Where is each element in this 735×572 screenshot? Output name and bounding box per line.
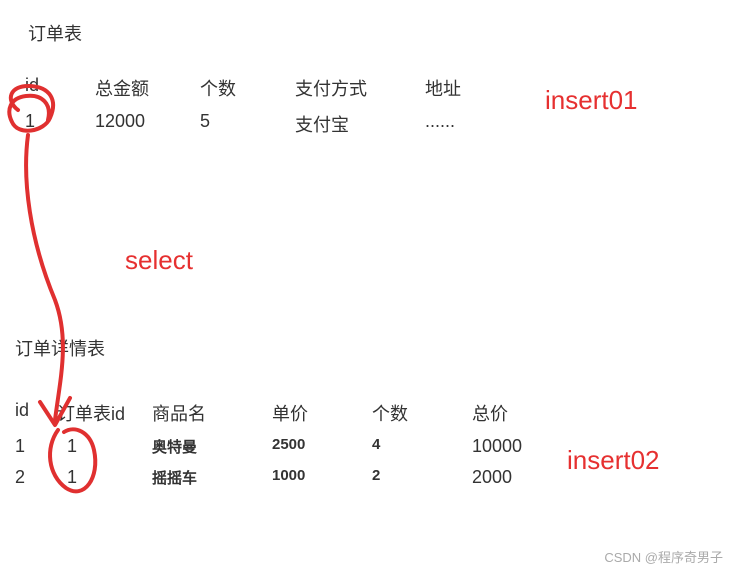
table2-cell-oid: 1: [57, 436, 152, 457]
table1: id 总金额 个数 支付方式 地址 1 12000 5 支付宝 ......: [25, 75, 495, 147]
annotation-select: select: [125, 245, 193, 276]
table1-cell-id: 1: [25, 111, 95, 137]
table2-cell-name: 奥特曼: [152, 436, 272, 457]
table2-header-oid: 订单表id: [57, 400, 152, 426]
table1-header-row: id 总金额 个数 支付方式 地址: [25, 75, 495, 101]
table2-cell-id: 2: [15, 467, 57, 488]
table2-header-row: id 订单表id 商品名 单价 个数 总价: [15, 400, 552, 426]
table1-header-total: 总金额: [95, 75, 200, 101]
table2-cell-count: 2: [372, 467, 472, 488]
table1-header-id: id: [25, 75, 95, 101]
table1-header-pay: 支付方式: [295, 75, 425, 101]
annotation-insert01: insert01: [545, 85, 638, 116]
table1-data-row: 1 12000 5 支付宝 ......: [25, 111, 495, 137]
table2-cell-name: 摇摇车: [152, 467, 272, 488]
table2-cell-oid: 1: [57, 467, 152, 488]
table2-row-0: 1 1 奥特曼 2500 4 10000: [15, 436, 552, 457]
table2-cell-total: 2000: [472, 467, 552, 488]
table2-header-price: 单价: [272, 400, 372, 426]
watermark: CSDN @程序奇男子: [604, 547, 723, 566]
table1-header-addr: 地址: [425, 75, 495, 101]
table1-cell-pay: 支付宝: [295, 111, 425, 137]
annotation-insert02: insert02: [567, 445, 660, 476]
table2-cell-price: 1000: [272, 467, 372, 488]
table1-title: 订单表: [28, 20, 82, 46]
table2-cell-count: 4: [372, 436, 472, 457]
table2-header-name: 商品名: [152, 400, 272, 426]
table2-cell-price: 2500: [272, 436, 372, 457]
table2-header-count: 个数: [372, 400, 472, 426]
table2-header-id: id: [15, 400, 57, 426]
table2-title: 订单详情表: [15, 335, 105, 361]
table1-header-count: 个数: [200, 75, 295, 101]
table2: id 订单表id 商品名 单价 个数 总价 1 1 奥特曼 2500 4 100…: [15, 400, 552, 498]
table2-cell-id: 1: [15, 436, 57, 457]
table2-cell-total: 10000: [472, 436, 552, 457]
table2-row-1: 2 1 摇摇车 1000 2 2000: [15, 467, 552, 488]
table1-cell-total: 12000: [95, 111, 200, 137]
table1-cell-addr: ......: [425, 111, 495, 137]
table1-cell-count: 5: [200, 111, 295, 137]
table2-header-total: 总价: [472, 400, 552, 426]
